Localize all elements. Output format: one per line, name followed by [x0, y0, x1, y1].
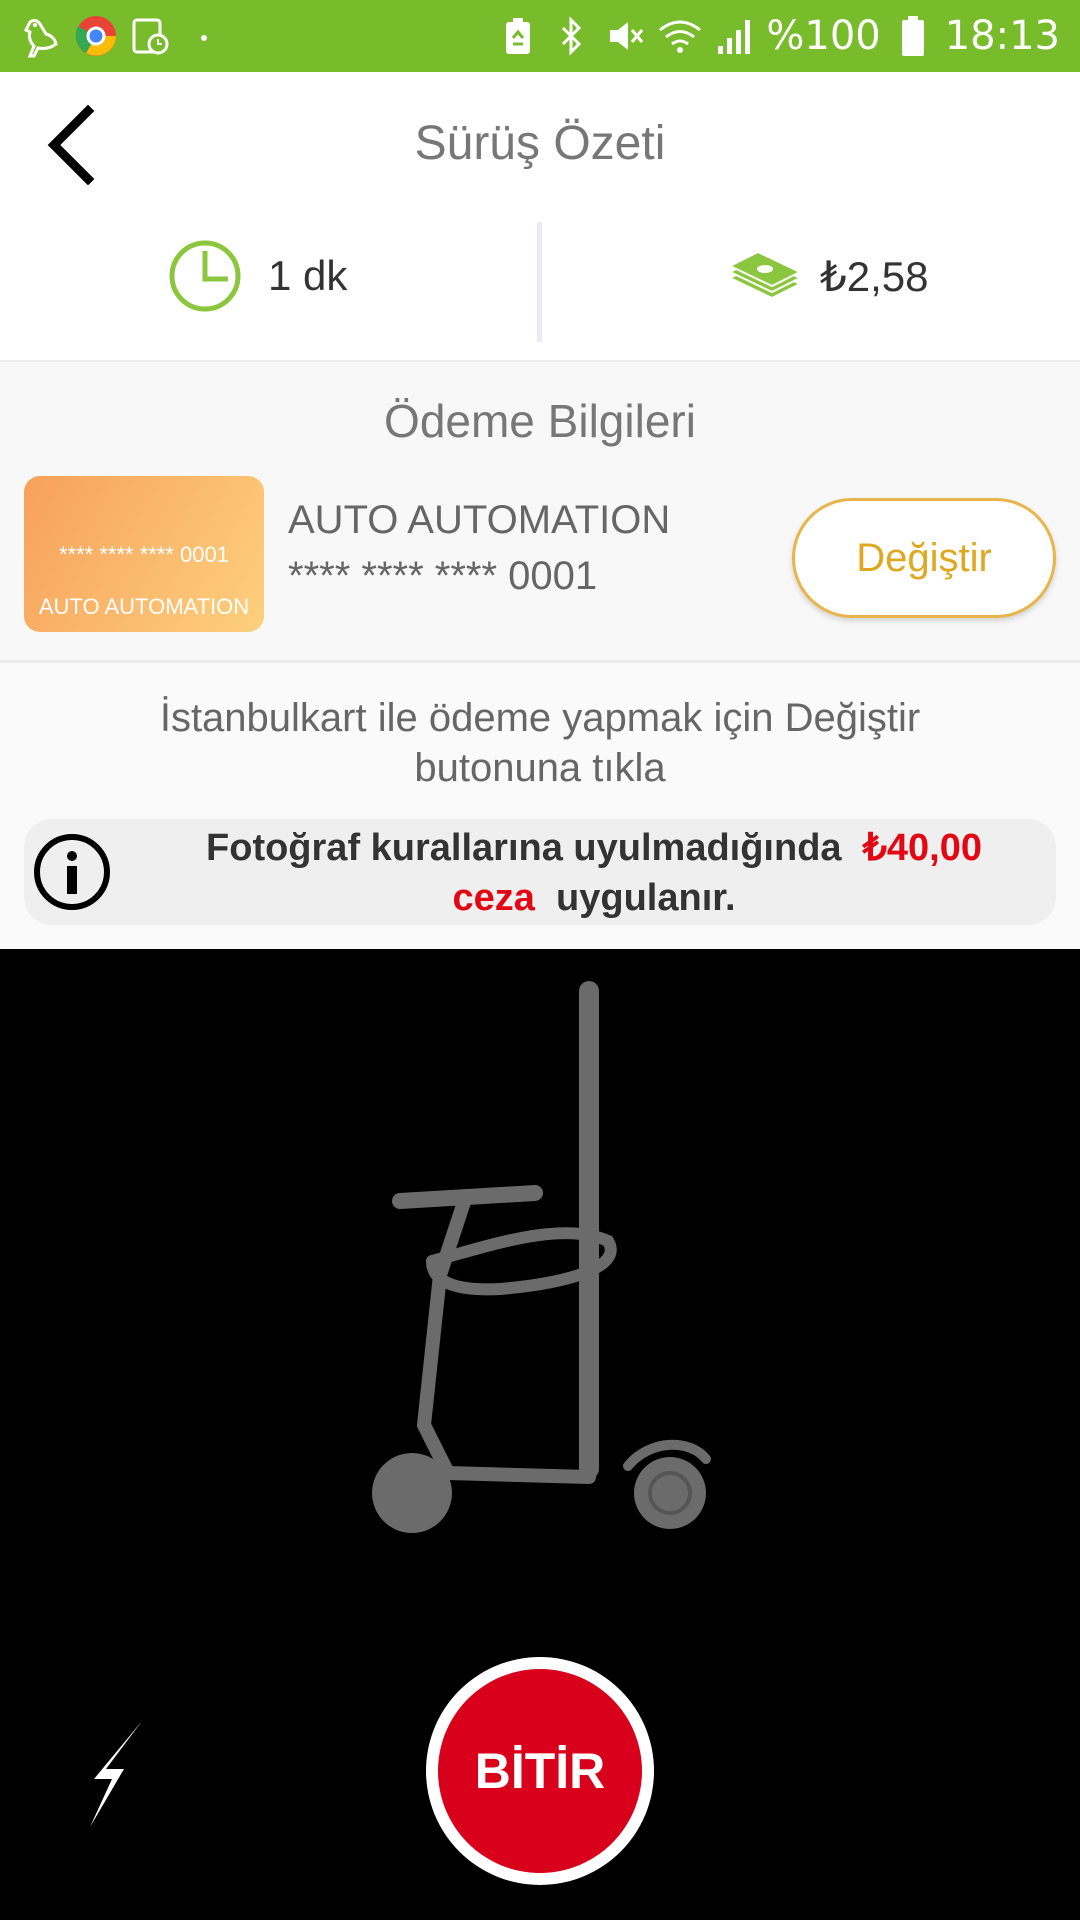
dot-icon [182, 14, 226, 58]
scooter-silhouette-icon [372, 981, 711, 1533]
warning-prefix: Fotoğraf kurallarına uyulmadığında [206, 827, 842, 869]
change-payment-button[interactable]: Değiştir [792, 498, 1056, 618]
tablet-clock-icon [128, 14, 172, 58]
bluetooth-icon [550, 14, 594, 58]
stats-divider [537, 222, 542, 342]
mute-icon [604, 14, 648, 58]
battery-icon [891, 14, 935, 58]
card-details: AUTO AUTOMATION **** **** **** 0001 [288, 492, 670, 604]
penalty-word: ceza [452, 877, 535, 919]
cost-stat: ₺2,58 [728, 236, 928, 316]
chrome-app-icon [74, 14, 118, 58]
istanbulkart-hint: İstanbulkart ile ödeme yapmak için Değiş… [159, 696, 921, 790]
status-bar: %100 18:13 [0, 0, 1080, 72]
info-section: İstanbulkart ile ödeme yapmak için Değiş… [0, 663, 1080, 949]
page-title: Sürüş Özeti [414, 117, 666, 170]
bird-app-icon [20, 14, 64, 58]
penalty-amount: ₺40,00 [862, 827, 982, 869]
card-image-holder: AUTO AUTOMATION [38, 594, 250, 619]
warning-suffix: uygulanır. [556, 877, 736, 919]
clock-time: 18:13 [944, 13, 1060, 59]
photo-rules-warning: Fotoğraf kurallarına uyulmadığında ₺40,0… [24, 819, 1056, 925]
clock-icon [169, 240, 241, 312]
money-stack-icon [728, 250, 802, 300]
wifi-icon [658, 14, 702, 58]
battery-saver-icon [496, 14, 540, 58]
cost-value: ₺2,58 [820, 252, 929, 300]
warning-text: Fotoğraf kurallarına uyulmadığında ₺40,0… [144, 823, 1044, 923]
ride-summary-panel: Sürüş Özeti 1 dk ₺2,58 [0, 72, 1080, 363]
status-bar-right: %100 18:13 [496, 12, 1060, 60]
ride-stats: 1 dk ₺2,58 [0, 212, 1080, 352]
camera-preview[interactable]: BİTİR [0, 949, 1080, 1920]
flash-icon [90, 1721, 142, 1827]
signal-icon [712, 14, 756, 58]
status-bar-left [20, 12, 226, 60]
duration-stat: 1 dk [168, 236, 347, 316]
flash-toggle-button[interactable] [84, 1719, 156, 1829]
card-image-number: **** **** **** 0001 [58, 542, 230, 567]
finish-ride-button[interactable]: BİTİR [426, 1657, 654, 1885]
battery-percent: %100 [766, 13, 881, 59]
duration-value: 1 dk [268, 252, 348, 299]
card-masked-number: **** **** **** 0001 [288, 554, 598, 598]
info-icon [34, 834, 110, 910]
payment-title: Ödeme Bilgileri [384, 395, 696, 447]
payment-section: Ödeme Bilgileri **** **** **** 0001 AUTO… [0, 362, 1080, 662]
card-holder-name: AUTO AUTOMATION [288, 498, 671, 542]
credit-card-image: **** **** **** 0001 AUTO AUTOMATION [24, 476, 264, 632]
finish-label: BİTİR [438, 1669, 642, 1873]
